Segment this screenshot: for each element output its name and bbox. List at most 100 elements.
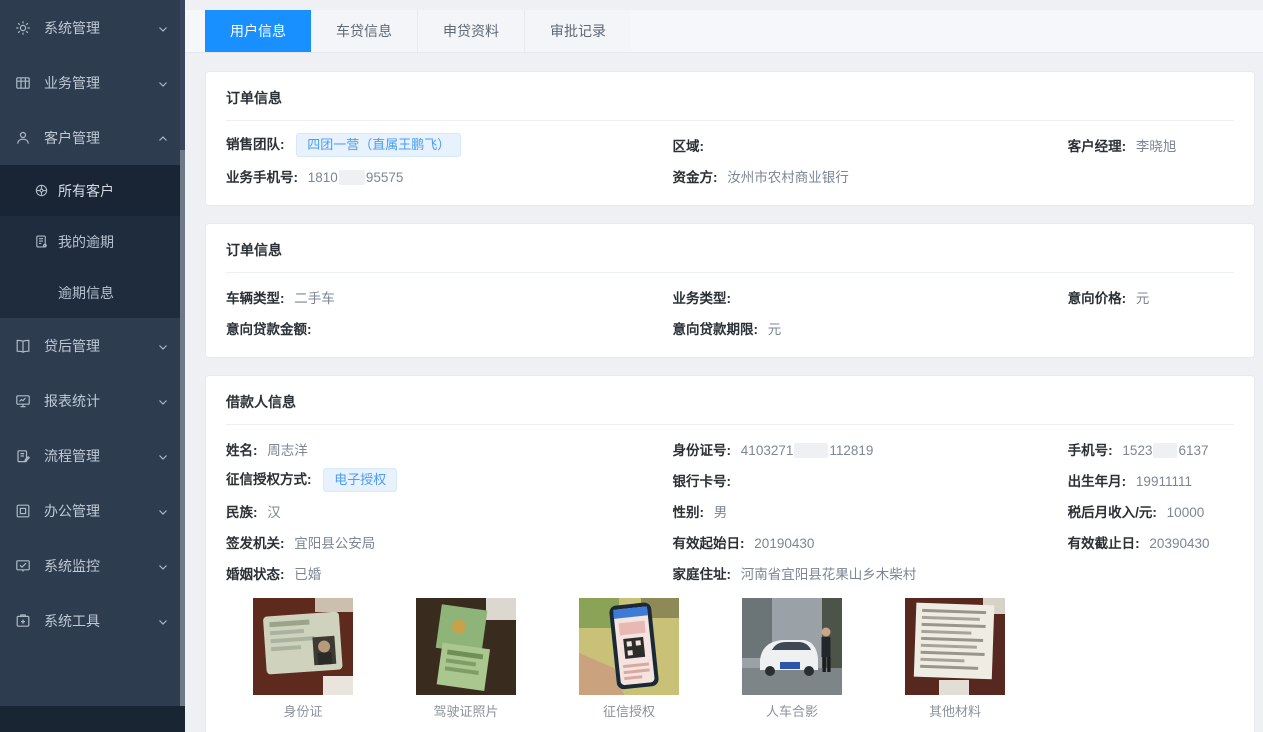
field-credit-auth-method: 征信授权方式: 电子授权 [226, 468, 673, 492]
field-value: 宜阳县公安局 [294, 536, 375, 551]
redaction-block [1153, 443, 1177, 458]
field-label: 意向贷款期限: [673, 322, 759, 337]
field-label: 税后月收入/元: [1068, 505, 1157, 520]
sidebar-item-system-tools[interactable]: 系统工具 [0, 593, 185, 648]
e-auth-tag: 电子授权 [323, 468, 397, 492]
sidebar-item-process-mgmt[interactable]: 流程管理 [0, 428, 185, 483]
field-valid-from: 有效起始日: 20190430 [673, 532, 1068, 552]
field-value-prefix: 1523 [1122, 443, 1152, 458]
field-home-address: 家庭住址: 河南省宜阳县花果山乡木柴村 [673, 563, 1068, 583]
field-fund-provider: 资金方: 汝州市农村商业银行 [673, 166, 1068, 186]
booklet-photo-image [416, 598, 516, 695]
photo-id-card[interactable]: 身份证 [253, 598, 353, 720]
field-label: 出生年月: [1068, 474, 1127, 489]
photo-caption: 其他材料 [905, 701, 1005, 720]
sidebar-item-my-overdue[interactable]: 我的逾期 [0, 216, 185, 267]
sidebar-scrollbar[interactable] [180, 0, 185, 732]
field-value: 元 [768, 322, 782, 337]
field-valid-until: 有效截止日: 20390430 [1068, 532, 1234, 552]
sidebar-item-overdue-info[interactable]: 逾期信息 [0, 267, 185, 318]
notebook-icon [34, 234, 49, 249]
photo-caption: 征信授权 [579, 701, 679, 720]
sidebar-item-label: 系统管理 [44, 18, 100, 38]
field-value: 汝州市农村商业银行 [727, 170, 849, 185]
photo-green-booklet[interactable]: 驾驶证照片 [416, 598, 516, 720]
monitor-icon [15, 393, 31, 409]
photo-person-with-car[interactable]: 人车合影 [742, 598, 842, 720]
sidebar-item-report-stats[interactable]: 报表统计 [0, 373, 185, 428]
tabbar: 用户信息 车贷信息 申贷资料 审批记录 [185, 10, 1263, 53]
field-value: 二手车 [294, 291, 335, 306]
sidebar-item-label: 我的逾期 [58, 232, 114, 252]
tabbar-wrap: 用户信息 车贷信息 申贷资料 审批记录 [185, 0, 1263, 53]
wheel-icon [34, 183, 49, 198]
tab-car-loan-info[interactable]: 车贷信息 [311, 10, 418, 52]
redaction-block [339, 170, 365, 185]
field-label: 手机号: [1068, 443, 1113, 458]
field-label: 业务手机号: [226, 170, 298, 185]
sidebar-footer [0, 706, 185, 732]
field-label: 意向价格: [1068, 291, 1127, 306]
field-label: 性别: [673, 505, 705, 520]
field-label: 客户经理: [1068, 139, 1127, 154]
sidebar-item-all-customers[interactable]: 所有客户 [0, 165, 185, 216]
phone-qr-photo-image [579, 598, 679, 695]
chevron-down-icon [157, 340, 169, 352]
field-intended-loan-term: 意向贷款期限: 元 [673, 318, 1068, 338]
field-label: 签发机关: [226, 536, 285, 551]
sidebar-scrollbar-thumb[interactable] [180, 150, 185, 732]
photo-caption: 人车合影 [742, 701, 842, 720]
photo-phone-qr[interactable]: 征信授权 [579, 598, 679, 720]
tab-loan-application-docs[interactable]: 申贷资料 [418, 10, 525, 52]
field-label: 有效截止日: [1068, 536, 1140, 551]
sidebar-item-label: 系统监控 [44, 556, 100, 576]
sidebar-item-label: 流程管理 [44, 446, 100, 466]
chevron-down-icon [157, 615, 169, 627]
sidebar-item-system-monitor[interactable]: 系统监控 [0, 538, 185, 593]
sidebar-item-label: 系统工具 [44, 611, 100, 631]
field-label: 民族: [226, 505, 258, 520]
chevron-down-icon [157, 450, 169, 462]
sidebar-item-business-mgmt[interactable]: 业务管理 [0, 55, 185, 110]
field-value-suffix: 95575 [366, 170, 404, 185]
field-intended-loan-amount: 意向贷款金额: [226, 318, 673, 338]
sidebar-item-label: 贷后管理 [44, 336, 100, 356]
field-value: 男 [714, 505, 728, 520]
field-vehicle-type: 车辆类型: 二手车 [226, 287, 673, 307]
tab-approval-records[interactable]: 审批记录 [525, 10, 631, 52]
sidebar-item-system-mgmt[interactable]: 系统管理 [0, 0, 185, 55]
field-value: 李晓旭 [1136, 139, 1177, 154]
photo-caption: 身份证 [253, 701, 353, 720]
field-label: 区域: [673, 139, 705, 154]
toolbox-icon [15, 613, 31, 629]
field-value-prefix: 1810 [308, 170, 338, 185]
field-marital-status: 婚姻状态: 已婚 [226, 563, 673, 583]
photo-caption: 驾驶证照片 [416, 701, 516, 720]
field-id-number: 身份证号: 4103271112819 [673, 439, 1068, 459]
field-value: 元 [1136, 291, 1150, 306]
chevron-down-icon [157, 505, 169, 517]
field-label: 意向贷款金额: [226, 322, 312, 337]
field-label: 销售团队: [226, 137, 285, 152]
field-value: 20190430 [754, 536, 814, 551]
sidebar-item-customer-mgmt[interactable]: 客户管理 [0, 110, 185, 165]
tab-user-info[interactable]: 用户信息 [205, 10, 311, 52]
sidebar-item-postloan-mgmt[interactable]: 贷后管理 [0, 318, 185, 373]
clipboard-icon [15, 448, 31, 464]
field-label: 婚姻状态: [226, 567, 285, 582]
chevron-up-icon [157, 132, 169, 144]
order-info-card-2: 订单信息 车辆类型: 二手车 业务类型: 意向价格: 元 [205, 223, 1255, 358]
sidebar-item-label: 客户管理 [44, 128, 100, 148]
sidebar-item-office-mgmt[interactable]: 办公管理 [0, 483, 185, 538]
document-photo-image [905, 598, 1005, 695]
person-car-photo-image [742, 598, 842, 695]
field-value-suffix: 112819 [829, 443, 873, 458]
field-business-phone: 业务手机号: 1810 95575 [226, 166, 673, 186]
chevron-down-icon [157, 560, 169, 572]
photo-handwritten-document[interactable]: 其他材料 [905, 598, 1005, 720]
field-value: 20390430 [1149, 536, 1209, 551]
field-issuing-authority: 签发机关: 宜阳县公安局 [226, 532, 673, 552]
field-bank-card-number: 银行卡号: [673, 470, 1068, 490]
field-value-prefix: 4103271 [741, 443, 794, 458]
field-value: 19911111 [1136, 474, 1192, 489]
